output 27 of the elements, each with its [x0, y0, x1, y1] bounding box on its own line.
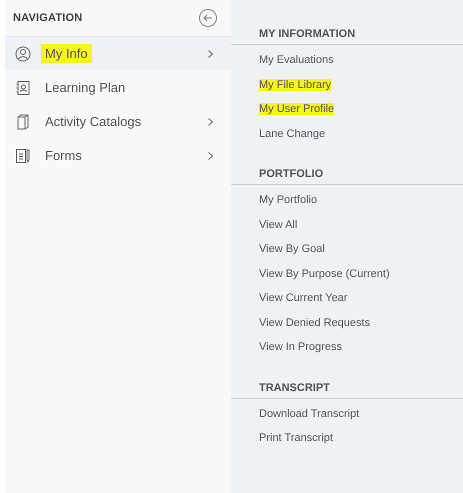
menu-link[interactable]: My Portfolio [259, 194, 318, 206]
menu-link[interactable]: Print Transcript [259, 432, 333, 444]
menu-link[interactable]: View Current Year [259, 292, 348, 304]
menu-link[interactable]: Lane Change [259, 128, 326, 140]
document-pencil-icon [15, 148, 31, 164]
nav-item[interactable]: Forms [5, 138, 231, 172]
section-heading: TRANSCRIPT [231, 382, 463, 398]
contact-card-icon [15, 80, 31, 96]
back-arrow-icon [203, 14, 213, 22]
nav-item[interactable]: Activity Catalogs [5, 104, 231, 138]
menu-link[interactable]: View By Goal [259, 243, 325, 256]
menu-link[interactable]: View All [259, 218, 298, 231]
menu-link[interactable]: Download Transcript [259, 408, 360, 420]
menu-link[interactable]: View Denied Requests [259, 316, 370, 329]
section-heading: MY INFORMATION [231, 28, 463, 45]
menu-link[interactable]: View In Progress [259, 341, 342, 354]
menu-link[interactable]: My Evaluations [259, 54, 334, 66]
menu-link[interactable]: View By Purpose (Current) [259, 268, 390, 280]
section-heading: PORTFOLIO [231, 168, 463, 185]
collapse-button[interactable] [199, 9, 217, 27]
nav-item[interactable]: Learning Plan [5, 70, 231, 104]
user-icon [15, 46, 31, 62]
navigation-title: NAVIGATION [13, 12, 82, 24]
book-icon [15, 114, 31, 130]
menu-link[interactable]: My User Profile [259, 103, 334, 116]
nav-item[interactable]: My Info [5, 36, 231, 70]
menu-link[interactable]: My File Library [259, 78, 332, 91]
